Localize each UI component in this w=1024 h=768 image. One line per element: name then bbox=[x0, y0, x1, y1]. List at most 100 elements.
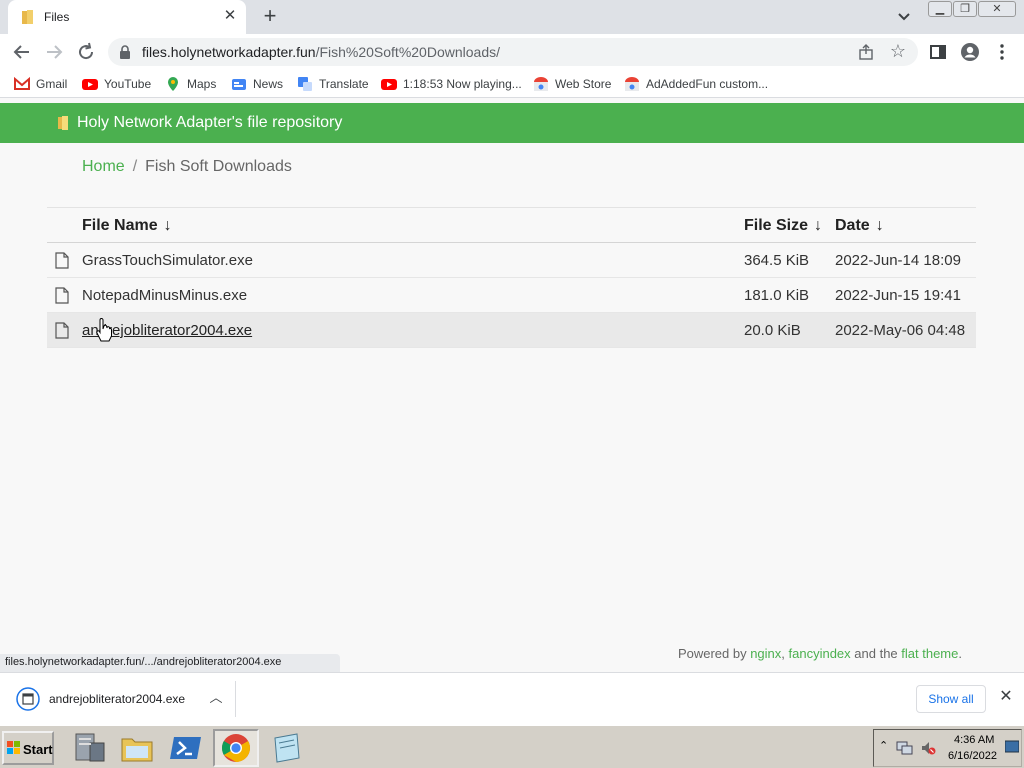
show-all-button[interactable]: Show all bbox=[916, 685, 986, 713]
bookmark-label: Maps bbox=[187, 77, 217, 91]
column-header-label: Date bbox=[835, 217, 870, 234]
folder-icon bbox=[22, 10, 33, 24]
footer-text: Powered by bbox=[677, 646, 751, 661]
flat-theme-link[interactable]: flat theme bbox=[901, 646, 958, 661]
chrome-taskbar-button[interactable] bbox=[213, 729, 259, 767]
translate-icon bbox=[298, 77, 312, 91]
new-tab-button[interactable]: + bbox=[258, 4, 282, 28]
start-label: Start bbox=[23, 742, 53, 757]
bookmark-label: YouTube bbox=[104, 77, 152, 91]
folder-icon bbox=[58, 116, 68, 130]
share-icon[interactable] bbox=[858, 44, 874, 60]
minimize-button[interactable]: ▁ bbox=[928, 1, 952, 17]
breadcrumb-home-link[interactable]: Home bbox=[82, 158, 125, 175]
bookmark-youtube[interactable]: YouTube bbox=[82, 76, 151, 92]
chevron-down-icon[interactable] bbox=[893, 8, 915, 26]
link-status-bar: files.holynetworkadapter.fun/.../andrejo… bbox=[0, 654, 340, 672]
file-name-link[interactable]: NotepadMinusMinus.exe bbox=[82, 287, 247, 304]
restore-button[interactable]: ❐ bbox=[953, 1, 977, 17]
sort-by-name-link[interactable]: File Name ↓ bbox=[82, 217, 172, 235]
show-hidden-icons-icon[interactable]: ⌃ bbox=[879, 739, 888, 752]
sort-by-date-link[interactable]: Date ↓ bbox=[835, 217, 884, 235]
bookmark-label: AdAddedFun custom... bbox=[646, 77, 769, 91]
bookmark-star-icon[interactable]: ☆ bbox=[890, 41, 906, 61]
start-button[interactable]: Start bbox=[2, 731, 54, 765]
close-shelf-icon[interactable]: ✕ bbox=[996, 687, 1016, 707]
sort-arrow-icon: ↓ bbox=[163, 217, 172, 234]
sort-arrow-icon: ↓ bbox=[875, 217, 884, 234]
network-icon[interactable] bbox=[896, 740, 914, 756]
breadcrumb: Home / Fish Soft Downloads bbox=[82, 158, 292, 176]
table-row[interactable]: GrassTouchSimulator.exe 364.5 KiB 2022-J… bbox=[47, 243, 976, 278]
explorer-folder-icon[interactable] bbox=[114, 729, 160, 767]
table-row[interactable]: NotepadMinusMinus.exe 181.0 KiB 2022-Jun… bbox=[47, 278, 976, 313]
sort-by-size-link[interactable]: File Size ↓ bbox=[744, 217, 822, 235]
chevron-up-icon[interactable]: ︿ bbox=[206, 688, 226, 708]
maps-icon bbox=[168, 77, 178, 91]
file-table: File Name ↓ File Size ↓ Date ↓ GrassTouchSi… bbox=[47, 207, 976, 348]
table-header: File Name ↓ File Size ↓ Date ↓ bbox=[47, 207, 976, 243]
close-window-button[interactable]: ✕ bbox=[978, 1, 1016, 17]
powered-by-footer: Powered by nginx, fancyindex and the fla… bbox=[678, 646, 962, 661]
forward-arrow-icon[interactable] bbox=[42, 40, 66, 64]
volume-muted-icon[interactable] bbox=[920, 740, 936, 756]
powershell-icon[interactable] bbox=[163, 729, 209, 767]
bookmark-label: Gmail bbox=[36, 77, 68, 91]
nginx-link[interactable]: nginx bbox=[750, 646, 781, 661]
footer-text: , bbox=[781, 646, 789, 661]
show-desktop-icon[interactable] bbox=[1005, 740, 1019, 754]
bookmark-gmail[interactable]: Gmail bbox=[14, 76, 67, 92]
bookmark-label: 1:18:53 Now playing... bbox=[403, 77, 522, 91]
windows-logo-icon bbox=[7, 741, 20, 754]
bookmark-translate[interactable]: Translate bbox=[297, 76, 369, 92]
fancyindex-link[interactable]: fancyindex bbox=[789, 646, 851, 661]
hand-cursor-icon bbox=[96, 318, 112, 342]
youtube-icon bbox=[82, 79, 98, 90]
footer-text: and the bbox=[850, 646, 902, 661]
file-icon bbox=[55, 287, 69, 304]
file-date: 2022-Jun-14 18:09 bbox=[835, 252, 961, 269]
address-bar[interactable]: files.holynetworkadapter.fun/Fish%20Soft… bbox=[108, 38, 918, 66]
bookmark-maps[interactable]: Maps bbox=[165, 76, 216, 92]
url-text[interactable]: files.holynetworkadapter.fun/Fish%20Soft… bbox=[142, 44, 500, 60]
bookmark-adaddedfun[interactable]: AdAddedFun custom... bbox=[624, 76, 768, 92]
bookmark-now-playing[interactable]: 1:18:53 Now playing... bbox=[381, 76, 522, 92]
notepad-icon[interactable] bbox=[263, 729, 309, 767]
lock-icon[interactable] bbox=[118, 45, 132, 59]
reload-icon[interactable] bbox=[74, 40, 98, 64]
download-file-icon bbox=[16, 687, 40, 711]
kebab-menu-icon[interactable] bbox=[992, 42, 1012, 62]
chrome-icon bbox=[222, 734, 250, 762]
news-icon bbox=[232, 79, 246, 90]
profile-avatar-icon[interactable] bbox=[960, 42, 980, 62]
system-tray: ⌃ 4:36 AM 6/16/2022 bbox=[873, 729, 1022, 767]
screen: Files ✕ + ▁ ❐ ✕ files.holynetworkadapter… bbox=[0, 0, 1024, 768]
breadcrumb-current: Fish Soft Downloads bbox=[145, 158, 292, 175]
tab-close-icon[interactable]: ✕ bbox=[220, 6, 240, 26]
breadcrumb-separator: / bbox=[132, 158, 138, 175]
page-content: Holy Network Adapter's file repository H… bbox=[0, 98, 1024, 672]
file-date: 2022-May-06 04:48 bbox=[835, 322, 966, 339]
youtube-icon bbox=[381, 79, 397, 90]
gmail-icon bbox=[14, 76, 30, 90]
site-title: Holy Network Adapter's file repository bbox=[77, 114, 343, 131]
file-name-link[interactable]: GrassTouchSimulator.exe bbox=[82, 252, 253, 269]
file-size: 181.0 KiB bbox=[744, 287, 810, 304]
sort-arrow-icon: ↓ bbox=[814, 217, 823, 234]
taskbar: Start ⌃ 4:36 AM 6/16/2022 bbox=[0, 724, 1024, 768]
bookmark-web-store[interactable]: Web Store bbox=[533, 76, 611, 92]
bookmarks-bar: Gmail YouTube Maps News Translate 1:18:5… bbox=[0, 70, 1024, 98]
download-item[interactable]: andrejobliterator2004.exe ︿ bbox=[10, 681, 236, 717]
tab-files[interactable]: Files ✕ bbox=[8, 0, 246, 34]
column-header-label: File Name bbox=[82, 217, 158, 234]
bookmark-label: News bbox=[253, 77, 284, 91]
server-manager-icon[interactable] bbox=[66, 729, 112, 767]
table-row[interactable]: andrejobliterator2004.exe 20.0 KiB 2022-… bbox=[47, 313, 976, 348]
bookmark-news[interactable]: News bbox=[231, 76, 283, 92]
side-panel-icon[interactable] bbox=[928, 42, 948, 62]
bookmark-label: Translate bbox=[319, 77, 369, 91]
back-arrow-icon[interactable] bbox=[10, 40, 34, 64]
file-date: 2022-Jun-15 19:41 bbox=[835, 287, 961, 304]
url-domain: files.holynetworkadapter.fun bbox=[142, 44, 316, 60]
file-icon bbox=[55, 252, 69, 269]
